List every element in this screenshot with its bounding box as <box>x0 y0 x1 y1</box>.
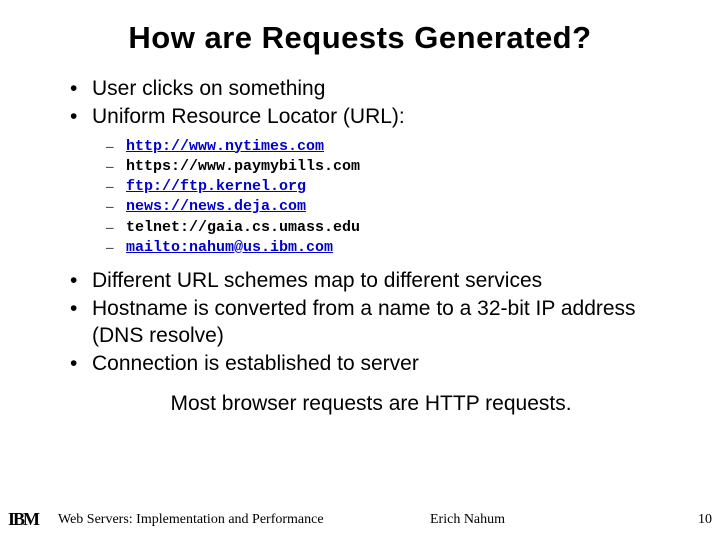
slide-title: How are Requests Generated? <box>0 0 720 56</box>
url-item: mailto:nahum@us.ibm.com <box>106 238 672 258</box>
bullet-list-bottom: Different URL schemes map to different s… <box>70 268 672 377</box>
bullet-item: Connection is established to server <box>70 351 672 377</box>
url-item: ftp://ftp.kernel.org <box>106 177 672 197</box>
url-list: http://www.nytimes.com https://www.paymy… <box>70 137 672 259</box>
url-item: https://www.paymybills.com <box>106 157 672 177</box>
ibm-logo: IBM <box>8 509 38 530</box>
footer-author: Erich Nahum <box>430 512 505 528</box>
footer: IBM Web Servers: Implementation and Perf… <box>0 506 720 530</box>
bullet-list-top: User clicks on something Uniform Resourc… <box>70 76 672 131</box>
url-link[interactable]: ftp://ftp.kernel.org <box>126 178 306 195</box>
callout-text: Most browser requests are HTTP requests. <box>70 391 672 417</box>
bullet-item: User clicks on something <box>70 76 672 102</box>
bullet-item: Different URL schemes map to different s… <box>70 268 672 294</box>
url-text: telnet://gaia.cs.umass.edu <box>126 219 360 236</box>
url-item: telnet://gaia.cs.umass.edu <box>106 218 672 238</box>
url-text: https://www.paymybills.com <box>126 158 360 175</box>
bullet-item: Hostname is converted from a name to a 3… <box>70 296 672 349</box>
slide: How are Requests Generated? User clicks … <box>0 0 720 540</box>
url-item: http://www.nytimes.com <box>106 137 672 157</box>
page-number: 10 <box>698 512 712 528</box>
url-link[interactable]: http://www.nytimes.com <box>126 138 324 155</box>
url-link[interactable]: news://news.deja.com <box>126 198 306 215</box>
bullet-item: Uniform Resource Locator (URL): <box>70 104 672 130</box>
slide-body: User clicks on something Uniform Resourc… <box>0 56 720 417</box>
url-item: news://news.deja.com <box>106 197 672 217</box>
footer-title: Web Servers: Implementation and Performa… <box>58 512 324 528</box>
url-link[interactable]: mailto:nahum@us.ibm.com <box>126 239 333 256</box>
